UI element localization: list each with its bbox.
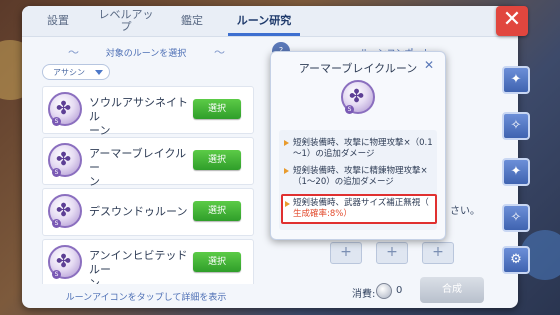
- close-icon[interactable]: ✕: [424, 58, 434, 72]
- rune-name: デスウンドゥルーン: [89, 205, 188, 218]
- effect-text: 短剣装備時、攻撃に物理攻撃×（0.1～1）の追加ダメージ: [293, 138, 433, 159]
- rune-badge-icon: S: [52, 270, 61, 279]
- rune-glyph-icon: ✤: [349, 86, 365, 107]
- side-menu-icon[interactable]: ⚙: [502, 246, 530, 274]
- list-item: ✤ S ソウルアサシネイトル ーン 選択: [42, 86, 254, 137]
- list-item: ✤ S アーマーブレイクルー ン 選択: [42, 137, 254, 188]
- tab-level-up[interactable]: レベルアッ プ: [94, 6, 158, 36]
- effect-text: 短剣装備時、武器サイズ補正無視（: [293, 198, 429, 208]
- create-button[interactable]: 合成: [420, 277, 484, 303]
- side-menu-icon[interactable]: ✦: [502, 66, 530, 94]
- class-dropdown[interactable]: アサシン: [42, 64, 110, 80]
- filter-title: 対象のルーンを選択: [105, 49, 187, 59]
- list-item: ✤ S アンインヒビテッドルー ン 選択: [42, 239, 254, 284]
- rune-glyph-icon: ✤: [56, 98, 72, 119]
- rune-icon[interactable]: ✤ S: [48, 245, 82, 279]
- close-button[interactable]: ✕: [496, 6, 528, 36]
- rune-select-panel: 〜 対象のルーンを選択 〜 アサシン ✤ S ソウルアサシネイトル ーン 選択 ✤…: [30, 42, 262, 304]
- material-slot[interactable]: +: [376, 242, 408, 264]
- rune-list[interactable]: ✤ S ソウルアサシネイトル ーン 選択 ✤ S アーマーブレイクルー ン 選択 ✤…: [42, 86, 254, 284]
- effect-item: 短剣装備時、攻撃に物理攻撃×（0.1～1）の追加ダメージ: [283, 138, 433, 160]
- popup-title: アーマーブレイクルーン: [298, 62, 418, 75]
- tab-bar: 設置 レベルアッ プ 鑑定 ルーン研究: [22, 6, 518, 37]
- close-icon: ✕: [502, 7, 522, 32]
- effects-list: 短剣装備時、攻撃に物理攻撃×（0.1～1）の追加ダメージ 短剣装備時、攻撃に精錬…: [279, 130, 437, 230]
- rune-glyph-icon: ✤: [56, 251, 72, 272]
- cost-label: 消費:: [352, 289, 376, 300]
- rune-glyph-icon: ✤: [56, 149, 72, 170]
- select-button[interactable]: 選択: [193, 150, 241, 170]
- rune-badge-icon: S: [345, 105, 354, 114]
- tab-appraise[interactable]: 鑑定: [168, 6, 216, 36]
- rune-badge-icon: S: [52, 168, 61, 177]
- select-button[interactable]: 選択: [193, 99, 241, 119]
- rune-icon[interactable]: ✤ S: [48, 194, 82, 228]
- side-menu-icon[interactable]: ✦: [502, 158, 530, 186]
- bullet-icon: [284, 140, 289, 146]
- rune-name: ソウルアサシネイトル ーン: [89, 96, 188, 137]
- tab-rune-research[interactable]: ルーン研究: [228, 6, 300, 36]
- dropdown-value: アサシン: [53, 68, 85, 77]
- tap-hint: ルーンアイコンをタップして詳細を表示: [65, 293, 227, 303]
- effect-item: 短剣装備時、攻撃に精錬物理攻撃×（1～20）の追加ダメージ: [283, 166, 433, 188]
- rune-icon[interactable]: ✤ S: [48, 143, 82, 177]
- chevron-down-icon: [95, 70, 103, 75]
- rune-badge-icon: S: [52, 219, 61, 228]
- rune-icon[interactable]: ✤ S: [48, 92, 82, 126]
- effect-item-highlighted: 短剣装備時、武器サイズ補正無視（ 生成確率:8%）: [281, 194, 437, 224]
- material-slot[interactable]: +: [422, 242, 454, 264]
- rune-glyph-icon: ✤: [56, 200, 72, 221]
- rune-icon: ✤ S: [341, 80, 375, 114]
- effect-text: 短剣装備時、攻撃に精錬物理攻撃×（1～20）の追加ダメージ: [293, 166, 428, 187]
- rune-name: アンインヒビテッドルー ン: [89, 249, 188, 284]
- select-button[interactable]: 選択: [193, 252, 241, 272]
- coin-icon: [376, 283, 392, 299]
- cost-value: 0: [396, 285, 403, 296]
- side-menu-icon[interactable]: ✧: [502, 204, 530, 232]
- select-button[interactable]: 選択: [193, 201, 241, 221]
- hint-text: さい。: [450, 206, 480, 217]
- creation-rate: 生成確率:8%）: [293, 209, 352, 219]
- material-slot[interactable]: +: [330, 242, 362, 264]
- wave-icon: 〜: [214, 46, 225, 59]
- side-menu-icon[interactable]: ✧: [502, 112, 530, 140]
- bullet-icon: [285, 201, 290, 207]
- list-item: ✤ S デスウンドゥルーン 選択: [42, 188, 254, 236]
- rune-badge-icon: S: [52, 117, 61, 126]
- tab-install[interactable]: 設置: [34, 6, 82, 36]
- rune-detail-popup: アーマーブレイクルーン ✕ ✤ S 短剣装備時、攻撃に物理攻撃×（0.1～1）の追…: [270, 51, 446, 240]
- bullet-icon: [284, 168, 289, 174]
- rune-name: アーマーブレイクルー ン: [89, 147, 187, 188]
